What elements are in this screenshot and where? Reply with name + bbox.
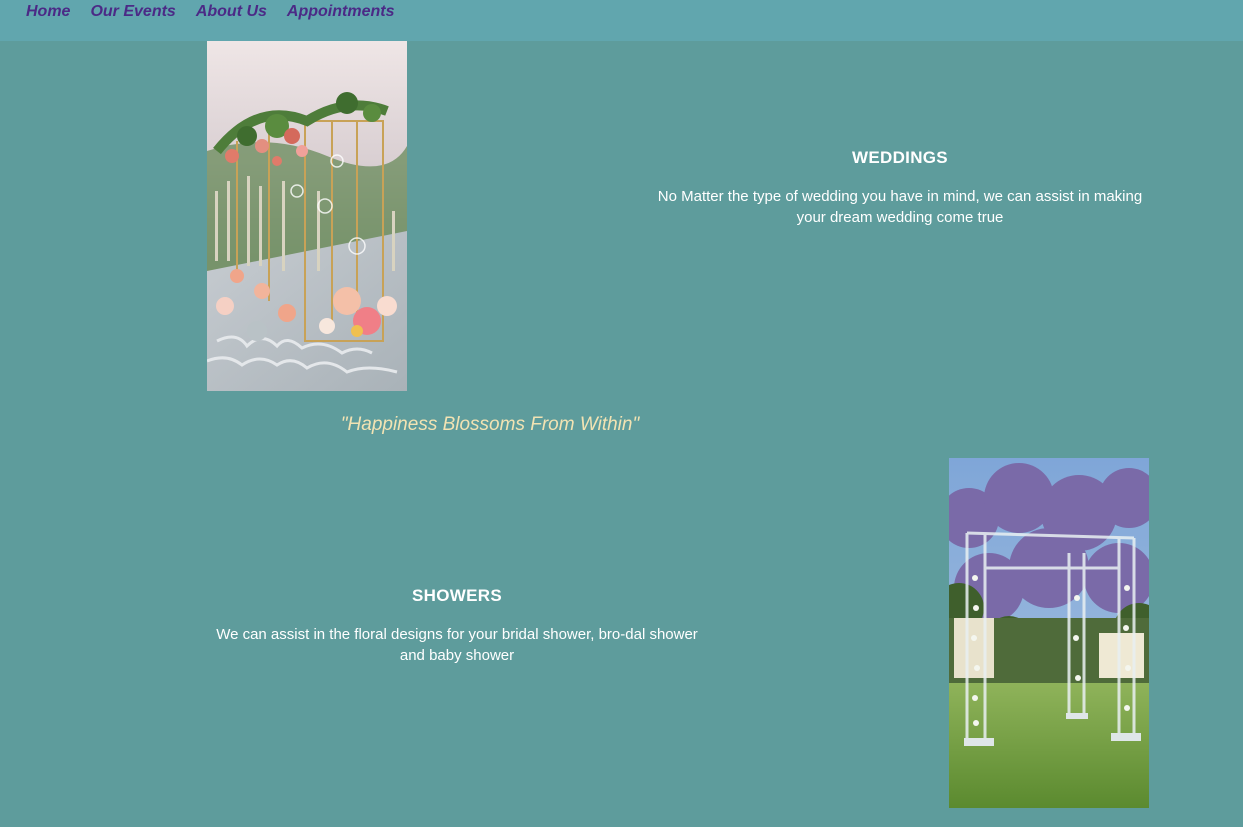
showers-section: SHOWERS We can assist in the floral desi… <box>212 586 702 666</box>
showers-title: SHOWERS <box>412 586 502 605</box>
nav-link-our-events[interactable]: Our Events <box>90 3 175 20</box>
nav-link-appointments[interactable]: Appointments <box>287 3 395 20</box>
weddings-description: No Matter the type of wedding you have i… <box>657 188 1143 226</box>
tagline: "Happiness Blossoms From Within" <box>340 414 640 435</box>
weddings-section: WEDDINGS No Matter the type of wedding y… <box>655 148 1145 228</box>
weddings-title: WEDDINGS <box>852 148 948 167</box>
nav-link-home[interactable]: Home <box>26 3 70 20</box>
nav-link-about-us[interactable]: About Us <box>196 3 267 20</box>
showers-description: We can assist in the floral designs for … <box>216 626 698 664</box>
top-navbar: Home Our Events About Us Appointments <box>0 0 1243 41</box>
wedding-table-photo <box>207 41 407 391</box>
acrylic-arch-photo <box>949 458 1149 808</box>
